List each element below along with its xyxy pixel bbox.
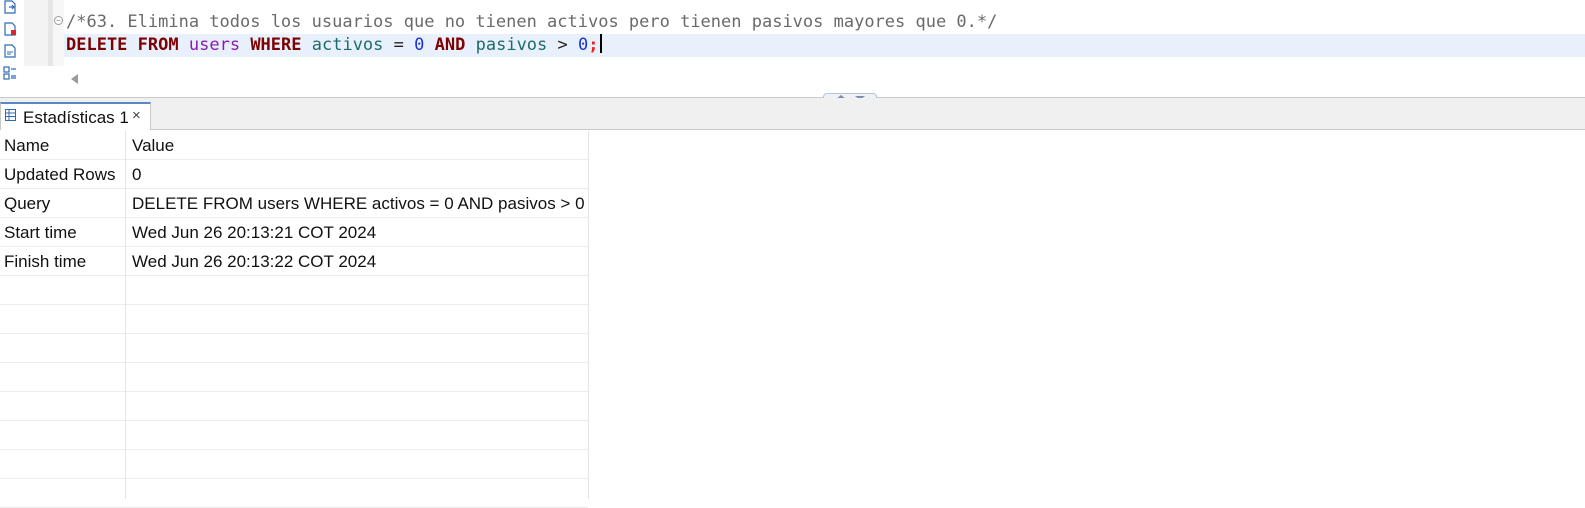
sql-keyword: DELETE: [66, 35, 128, 55]
sql-comment-line[interactable]: /*63. Elimina todos los usuarios que no …: [66, 11, 997, 34]
sql-column-name: activos: [311, 35, 384, 55]
row-name-cell: Query: [4, 194, 51, 213]
tab-statistics[interactable]: Estadísticas 1 ×: [0, 102, 151, 130]
row-value-cell: Wed Jun 26 20:13:21 COT 2024: [132, 223, 377, 242]
sql-keyword: AND: [434, 35, 466, 55]
sql-editor[interactable]: − /*63. Elimina todos los usuarios que n…: [0, 0, 1585, 97]
sql-semicolon: ;: [588, 35, 599, 55]
sql-keyword: FROM: [137, 35, 179, 55]
text-caret: [599, 34, 602, 53]
sql-operator: >: [557, 35, 568, 55]
row-value-cell: 0: [132, 165, 142, 184]
column-divider[interactable]: [125, 131, 126, 499]
fold-collapse-icon[interactable]: −: [54, 16, 63, 25]
empty-row: [0, 392, 588, 421]
sql-number: 0: [414, 35, 425, 55]
row-name-cell: Updated Rows: [4, 165, 116, 184]
results-tab-bar: Estadísticas 1 ×: [0, 98, 1585, 130]
sql-operator: =: [393, 35, 404, 55]
statistics-table: Name Value Updated Rows 0 Query DELETE F…: [0, 131, 1585, 508]
format-sql-icon[interactable]: [3, 44, 17, 58]
row-value-cell: Wed Jun 26 20:13:22 COT 2024: [132, 252, 377, 271]
sql-statement-line[interactable]: DELETE FROM users WHERE activos = 0 AND …: [64, 34, 1585, 57]
empty-row: [0, 479, 588, 508]
table-row[interactable]: Finish time Wed Jun 26 20:13:22 COT 2024: [0, 247, 588, 276]
explain-plan-icon[interactable]: [3, 22, 17, 36]
horizontal-scrollbar[interactable]: [64, 67, 1585, 91]
column-header-name[interactable]: Name: [4, 131, 49, 160]
empty-row: [0, 421, 588, 450]
table-row[interactable]: Updated Rows 0: [0, 160, 588, 189]
empty-row: [0, 450, 588, 479]
outline-icon[interactable]: [3, 66, 17, 80]
tab-label: Estadísticas 1: [23, 108, 129, 127]
sql-table-name: users: [188, 35, 241, 55]
column-divider[interactable]: [588, 131, 589, 499]
table-header-row: Name Value: [0, 131, 588, 160]
execute-script-icon[interactable]: [3, 0, 17, 14]
close-icon[interactable]: ×: [132, 107, 141, 124]
row-name-cell: Start time: [4, 223, 77, 242]
empty-row: [0, 334, 588, 363]
line-number-gutter: [24, 0, 48, 66]
column-header-value[interactable]: Value: [132, 131, 174, 160]
table-row[interactable]: Query DELETE FROM users WHERE activos = …: [0, 189, 588, 218]
sql-number: 0: [578, 35, 589, 55]
scroll-left-icon[interactable]: [71, 74, 78, 84]
table-row[interactable]: Start time Wed Jun 26 20:13:21 COT 2024: [0, 218, 588, 247]
sql-column-name: pasivos: [475, 35, 548, 55]
empty-row: [0, 363, 588, 392]
row-value-cell: DELETE FROM users WHERE activos = 0 AND …: [132, 194, 585, 213]
empty-row: [0, 276, 588, 305]
empty-row: [0, 305, 588, 334]
row-name-cell: Finish time: [4, 252, 87, 271]
sql-keyword: WHERE: [250, 35, 302, 55]
editor-side-toolbar: [0, 0, 24, 90]
folding-gutter: [53, 0, 64, 66]
table-grid-icon: [5, 109, 16, 121]
